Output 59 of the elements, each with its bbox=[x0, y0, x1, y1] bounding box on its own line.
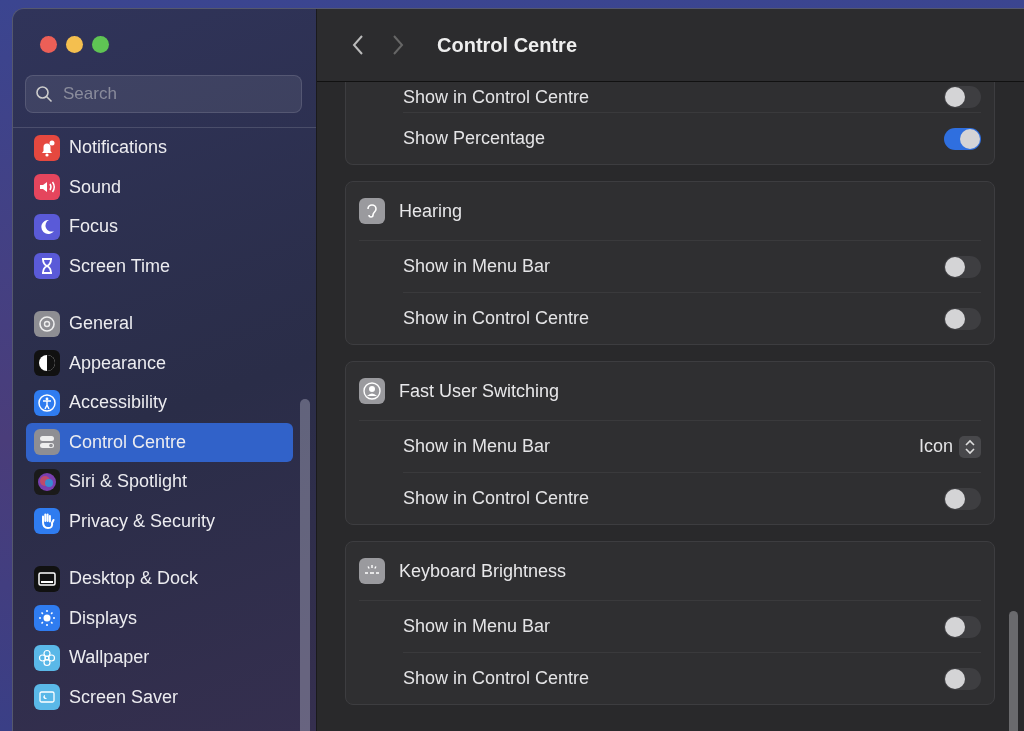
minimize-button[interactable] bbox=[66, 36, 83, 53]
zoom-button[interactable] bbox=[92, 36, 109, 53]
orb-icon bbox=[34, 468, 60, 495]
setting-label: Show in Control Centre bbox=[403, 308, 590, 329]
hand-icon bbox=[34, 508, 60, 535]
screen-saver-icon bbox=[34, 684, 60, 711]
toggle-switch[interactable] bbox=[944, 255, 981, 278]
user-icon bbox=[359, 378, 385, 404]
sidebar-item[interactable]: General bbox=[26, 304, 293, 344]
setting-label: Show in Menu Bar bbox=[403, 256, 551, 277]
bell-icon bbox=[34, 134, 60, 161]
speaker-icon bbox=[34, 174, 60, 201]
setting-label: Show in Control Centre bbox=[403, 488, 590, 509]
chevron-right-icon bbox=[391, 34, 405, 56]
toggle-switch[interactable] bbox=[944, 307, 981, 330]
setting-label: Show in Menu Bar bbox=[403, 616, 551, 637]
switches-icon bbox=[34, 429, 60, 456]
sidebar-item[interactable]: Control Centre bbox=[26, 422, 293, 462]
sidebar-item[interactable]: Screen Time bbox=[26, 246, 293, 286]
sidebar-item[interactable]: Screen Saver bbox=[26, 677, 293, 717]
sidebar-item[interactable]: Focus bbox=[26, 207, 293, 247]
sidebar-item[interactable]: Wallpaper bbox=[26, 638, 293, 678]
setting-label: Show Percentage bbox=[403, 128, 546, 149]
section-title: Keyboard Brightness bbox=[399, 560, 567, 582]
setting-label: Show in Control Centre bbox=[403, 86, 590, 108]
toggle-switch[interactable] bbox=[944, 487, 981, 510]
sidebar-item[interactable]: Sound bbox=[26, 167, 293, 207]
sidebar-item[interactable]: Displays bbox=[26, 598, 293, 638]
scrollbar[interactable] bbox=[1009, 611, 1018, 731]
section-title: Hearing bbox=[399, 200, 463, 222]
sidebar-item[interactable]: Accessibility bbox=[26, 383, 293, 423]
sun-icon bbox=[34, 605, 60, 632]
section-title: Fast User Switching bbox=[399, 380, 560, 402]
ear-icon bbox=[359, 198, 385, 224]
sidebar-item[interactable]: Privacy & Security bbox=[26, 501, 293, 541]
scrollbar[interactable] bbox=[300, 399, 310, 731]
hourglass-icon bbox=[34, 253, 60, 280]
close-button[interactable] bbox=[40, 36, 57, 53]
appearance-icon bbox=[34, 350, 60, 377]
toggle-switch[interactable] bbox=[944, 667, 981, 690]
accessibility-icon bbox=[34, 389, 60, 416]
toggle-switch[interactable] bbox=[944, 127, 981, 150]
dock-icon bbox=[34, 565, 60, 592]
sidebar-item[interactable]: Siri & Spotlight bbox=[26, 462, 293, 502]
flower-icon bbox=[34, 644, 60, 671]
popup-menu[interactable]: Icon bbox=[918, 435, 981, 458]
sidebar-item[interactable]: Notifications bbox=[26, 128, 293, 168]
toggle-switch[interactable] bbox=[944, 615, 981, 638]
sidebar-item[interactable]: Appearance bbox=[26, 343, 293, 383]
setting-label: Show in Menu Bar bbox=[403, 436, 551, 457]
keyboard-light-icon bbox=[359, 558, 385, 584]
setting-label: Show in Control Centre bbox=[403, 668, 590, 689]
toggle-switch[interactable] bbox=[944, 86, 981, 108]
sidebar-item[interactable]: Desktop & Dock bbox=[26, 559, 293, 599]
moon-icon bbox=[34, 213, 60, 240]
chevron-left-icon bbox=[351, 34, 365, 56]
search-icon bbox=[35, 85, 53, 103]
chevron-up-down-icon bbox=[965, 438, 975, 455]
window-title: Control Centre bbox=[437, 33, 577, 57]
